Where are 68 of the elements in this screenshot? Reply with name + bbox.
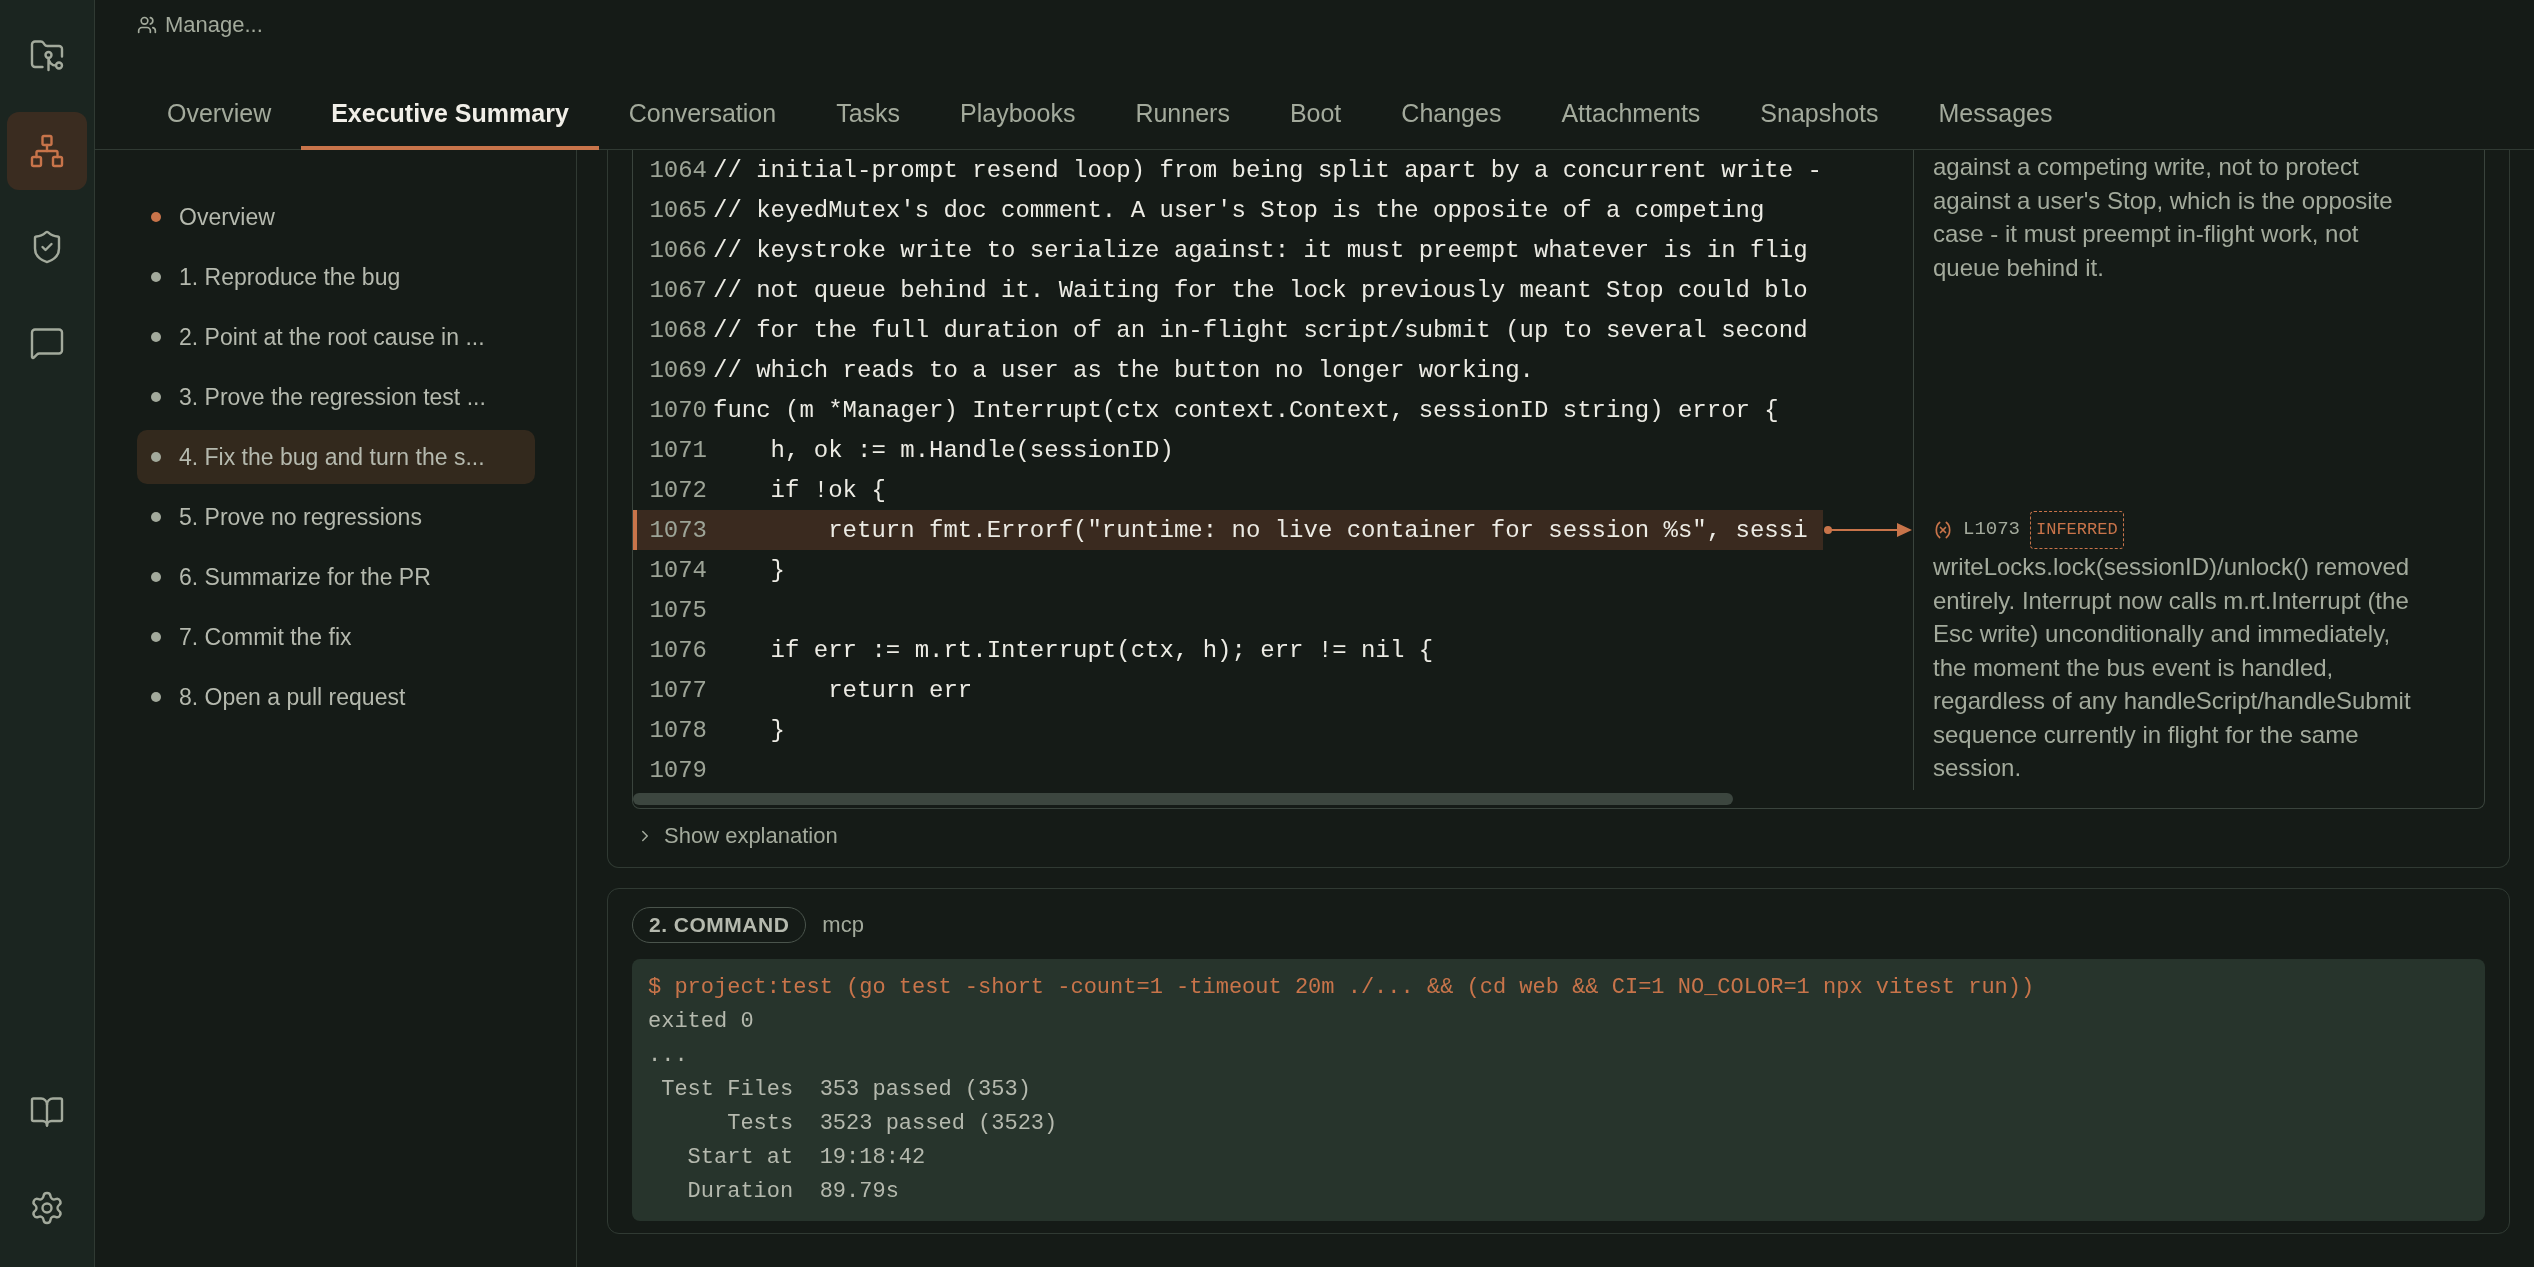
tab[interactable]: Messages — [1908, 99, 2083, 150]
tab[interactable]: Playbooks — [930, 99, 1106, 150]
code-line: // not queue behind it. Waiting for the lock previously meant Stop could blo — [713, 276, 1808, 304]
output-line: Test Files 353 passed (353) — [660, 1076, 1032, 1104]
code-line: if err := m.rt.Interrupt(ctx, h); err != nil { — [769, 636, 1434, 664]
outline-item[interactable]: Overview — [137, 190, 535, 244]
outline-item[interactable]: 6. Summarize for the PR — [137, 550, 535, 604]
outline-item[interactable]: 3. Prove the regression test ... — [137, 370, 535, 424]
line-number: 1067 — [648, 276, 708, 304]
users-icon — [137, 15, 157, 35]
command-line: $ project:test (go test -short -count=1 -timeout 20m ./... && (cd web && CI=1 NO_COLOR=1 npx vitest run)) — [648, 974, 2036, 1002]
outline-item[interactable]: 1. Reproduce the bug — [137, 250, 535, 304]
output-line: Tests 3523 passed (3523) — [726, 1110, 1059, 1138]
tab[interactable]: Conversation — [598, 99, 807, 150]
horizontal-scrollbar[interactable] — [633, 793, 1733, 805]
code-line: } — [769, 716, 785, 744]
line-number: 1068 — [648, 316, 708, 344]
tab[interactable]: Executive Summary — [301, 99, 599, 150]
code-line: // keystroke write to serialize against: it must preempt whatever is in flig — [713, 236, 1808, 264]
tab[interactable]: Changes — [1371, 99, 1532, 150]
code-line: if !ok { — [769, 476, 886, 504]
code-line: func (m *Manager) Interrupt(ctx context.Context, sessionID string) error { — [713, 396, 1779, 424]
outline-item[interactable]: 7. Commit the fix — [137, 610, 535, 664]
code-line: // for the full duration of an in-flight script/submit (up to several second — [713, 316, 1808, 344]
line-number: 1066 — [648, 236, 708, 264]
line-number: 1077 — [648, 676, 708, 704]
line-number: 1069 — [648, 356, 708, 384]
outline-item[interactable]: 8. Open a pull request — [137, 670, 535, 724]
output-line: Duration 89.79s — [686, 1178, 900, 1206]
line-number: 1073 — [648, 516, 708, 544]
code-line: // initial-prompt resend loop) from being split apart by a concurrent write - — [713, 156, 1822, 184]
source-label: mcp — [822, 912, 864, 938]
outline-item[interactable]: 2. Point at the root cause in ... — [137, 310, 535, 364]
network-icon[interactable] — [7, 112, 87, 190]
tab[interactable]: Tasks — [806, 99, 931, 150]
code-line: // keyedMutex's doc comment. A user's Stop is the opposite of a competing — [713, 196, 1765, 224]
output-line: exited 0 — [648, 1008, 755, 1036]
inferred-tag: INFERRED — [2030, 511, 2124, 549]
line-number: 1064 — [648, 156, 708, 184]
annotation-text: writeLocks.lock(sessionID)/unlock() removed entirely. Interrupt now calls m.rt.Interrupt (the Esc write) unconditionally and immediately, the moment the bus event is handled, regardless of any handleScript/handleSubmit sequence currently in flight for the same session. — [1933, 552, 2412, 783]
code-line: // which reads to a user as the button no longer working. — [713, 356, 1534, 384]
line-number: 1072 — [648, 476, 708, 504]
line-number: 1075 — [648, 596, 708, 624]
line-number: 1070 — [648, 396, 708, 424]
breadcrumb-link[interactable]: Manage... — [137, 12, 2534, 38]
outline-item[interactable]: 5. Prove no regressions — [137, 490, 535, 544]
line-reference: L1073 — [1963, 517, 2020, 543]
tab[interactable]: Overview — [137, 99, 302, 150]
output-line: Start at 19:18:42 — [686, 1144, 927, 1172]
line-number: 1065 — [648, 196, 708, 224]
code-line: return err — [827, 676, 973, 704]
tab[interactable]: Attachments — [1531, 99, 1731, 150]
outline-item[interactable]: 4. Fix the bug and turn the s... — [137, 430, 535, 484]
output-line: ... — [648, 1042, 689, 1070]
line-number: 1078 — [648, 716, 708, 744]
line-number: 1079 — [648, 756, 708, 784]
line-number: 1076 — [648, 636, 708, 664]
show-explanation-toggle[interactable]: Show explanation — [632, 809, 838, 857]
annotation-text: against a competing write, not to protect against a user's Stop, which is the opposite case - it must preempt in-flight work, not queue behind it. — [1933, 152, 2394, 283]
variable-icon — [1933, 520, 1953, 540]
code-line: return fmt.Errorf("runtime: no live container for session %s", sessi — [827, 516, 1808, 544]
tab[interactable]: Runners — [1105, 99, 1260, 150]
code-line: } — [769, 556, 785, 584]
tab[interactable]: Boot — [1259, 99, 1372, 150]
line-number: 1074 — [648, 556, 708, 584]
tab[interactable]: Snapshots — [1730, 99, 1909, 150]
line-number: 1071 — [648, 436, 708, 464]
code-line: h, ok := m.Handle(sessionID) — [769, 436, 1174, 464]
